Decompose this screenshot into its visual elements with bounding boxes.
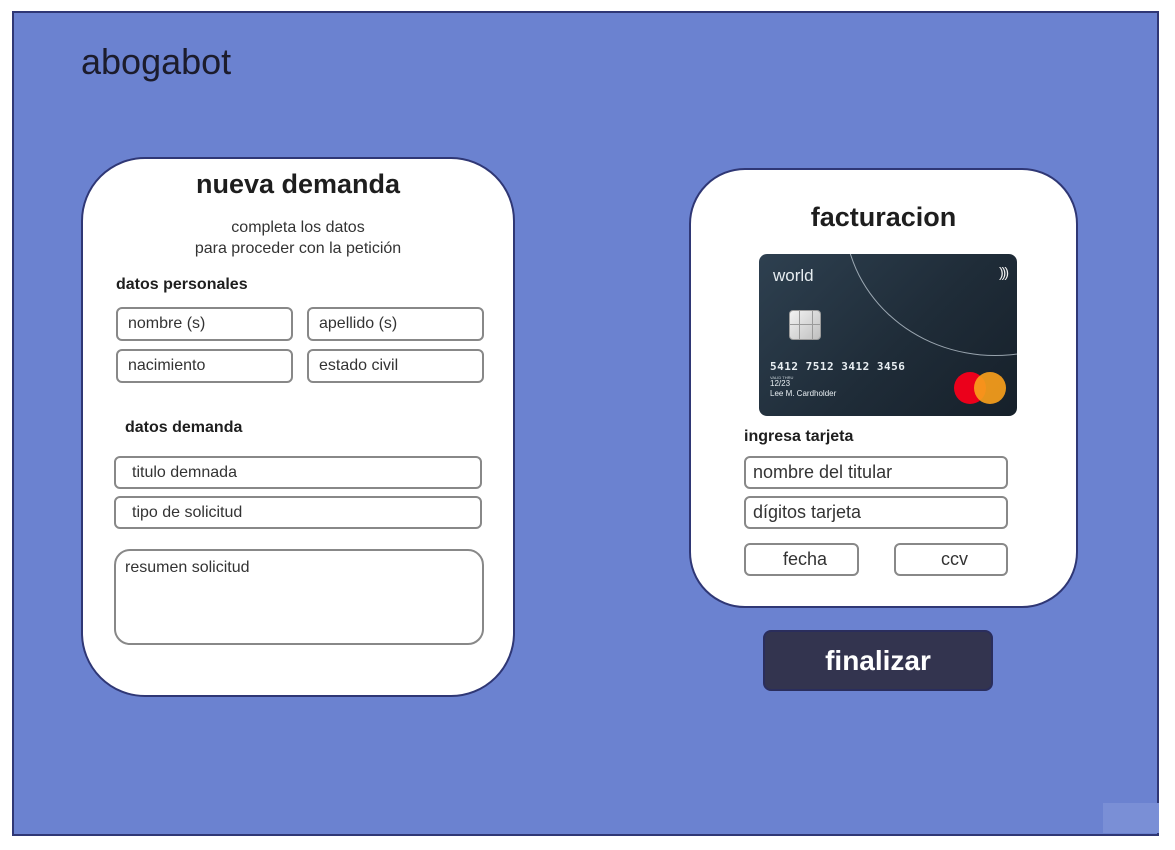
fecha-input[interactable]: fecha [744,543,859,576]
nombre-titular-input[interactable]: nombre del titular [744,456,1008,489]
nueva-demanda-card: nueva demanda completa los datos para pr… [81,157,515,697]
card-expiry: 12/23 [770,379,791,388]
card-brand: world [773,266,814,285]
card-arc-decoration [844,254,1017,356]
tipo-solicitud-input[interactable]: tipo de solicitud [114,496,482,529]
demanda-subtitle-line2: para proceder con la petición [194,240,402,257]
ingresa-tarjeta-label: ingresa tarjeta [744,428,854,445]
app-screen: abogabot nueva demanda completa los dato… [12,11,1159,836]
mastercard-logo-orange [974,372,1006,404]
resumen-solicitud-textarea[interactable]: resumen solicitud [114,549,484,645]
datos-personales-label: datos personales [116,276,248,293]
facturacion-title: facturacion [810,202,957,232]
estado-civil-input[interactable]: estado civil [307,349,484,383]
nacimiento-input[interactable]: nacimiento [116,349,293,383]
demanda-subtitle-line1: completa los datos [231,219,365,236]
ccv-input[interactable]: ccv [894,543,1008,576]
digitos-tarjeta-input[interactable]: dígitos tarjeta [744,496,1008,529]
demanda-title: nueva demanda [195,169,401,199]
contactless-icon: ))) [999,264,1009,280]
datos-demanda-label: datos demanda [125,419,243,436]
card-holder: Lee M. Cardholder [770,389,837,398]
finalizar-button[interactable]: finalizar [763,630,993,691]
apellido-input[interactable]: apellido (s) [307,307,484,341]
card-number: 5412 7512 3412 3456 [770,360,906,373]
facturacion-card: facturacion world ))) 5412 7512 3412 345… [689,168,1078,608]
corner-placeholder [1103,803,1159,833]
titulo-demanda-input[interactable]: titulo demnada [114,456,482,489]
chip-icon [789,310,821,340]
app-title: abogabot [81,41,232,82]
credit-card-image: world ))) 5412 7512 3412 3456 VALID THRU… [759,254,1017,416]
nombre-input[interactable]: nombre (s) [116,307,293,341]
